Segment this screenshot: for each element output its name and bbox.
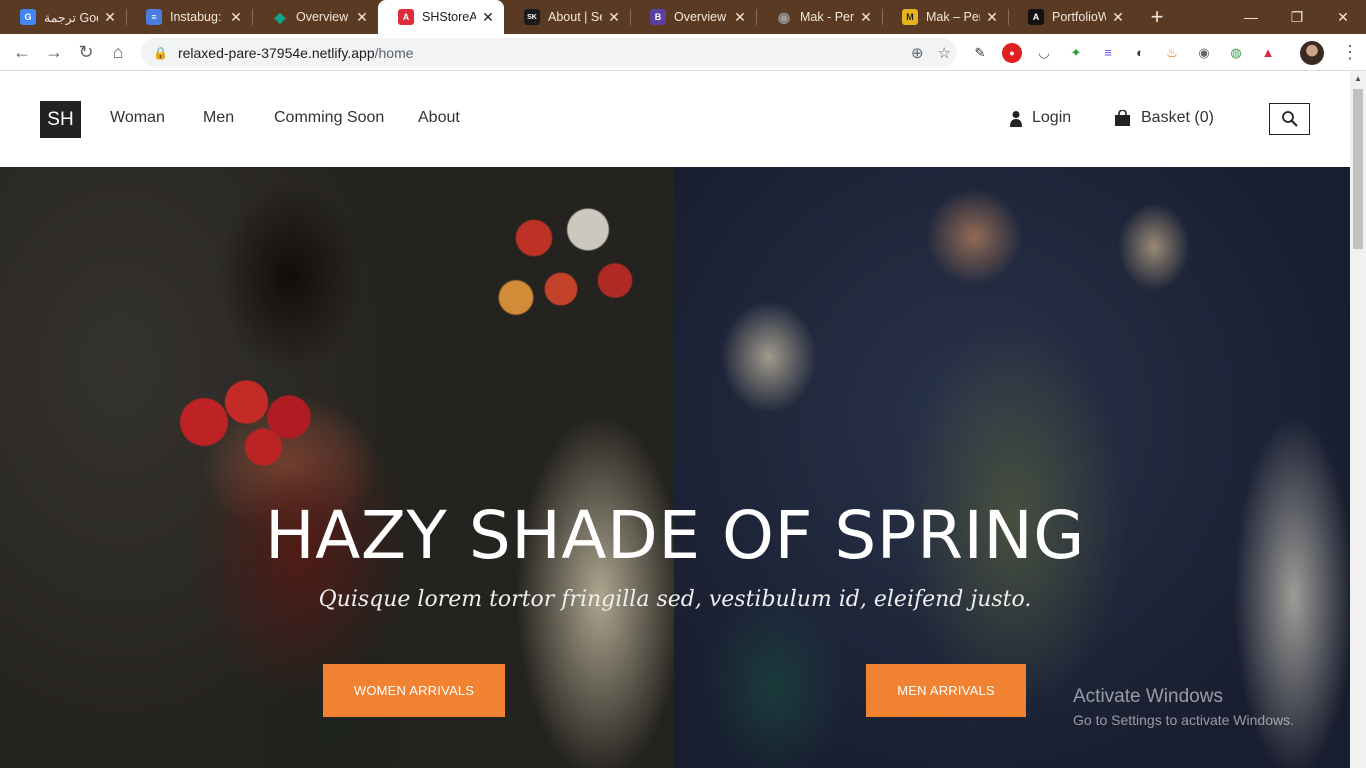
- tab-title: Mak – Perso: [926, 10, 980, 24]
- home-icon: ⌂: [112, 41, 124, 62]
- angular-extension-icon[interactable]: ▲: [1258, 43, 1278, 63]
- lock-icon: 🔒: [153, 45, 168, 60]
- basket-label: Basket (0): [1141, 109, 1214, 126]
- star-icon[interactable]: ☆: [938, 44, 951, 62]
- window-close-button[interactable]: ✕: [1320, 0, 1366, 34]
- reload-icon: ↻: [78, 41, 94, 62]
- close-icon[interactable]: ✕: [1110, 9, 1126, 26]
- close-icon[interactable]: ✕: [984, 9, 1000, 26]
- pocket-extension-icon[interactable]: ◡: [1034, 43, 1054, 63]
- search-icon: [1281, 111, 1298, 127]
- docs-favicon-icon: ≡: [146, 9, 162, 25]
- forward-button[interactable]: →: [38, 36, 70, 68]
- color-extension-icon[interactable]: ✦: [1066, 43, 1086, 63]
- google-translate-favicon-icon: G: [20, 9, 36, 25]
- maximize-button[interactable]: ❐: [1274, 0, 1320, 34]
- a-favicon-icon: A: [1028, 9, 1044, 25]
- close-icon[interactable]: ✕: [858, 9, 874, 26]
- women-arrivals-button[interactable]: WOMEN ARRIVALS: [323, 664, 505, 717]
- address-bar[interactable]: 🔒 relaxed-pare-37954e.netlify.app/home ⊕…: [141, 38, 957, 67]
- hero-title: HAZY SHADE OF SPRING: [265, 497, 1085, 574]
- tab-overview[interactable]: ◆ Overview | r ✕: [252, 0, 378, 34]
- diamond-favicon-icon: ◆: [274, 8, 286, 25]
- tab-instabug[interactable]: ≡ Instabug: Fr ✕: [126, 0, 252, 34]
- basket-link[interactable]: Basket (0): [1114, 109, 1214, 127]
- close-icon[interactable]: ✕: [480, 9, 496, 26]
- user-icon: [1010, 110, 1022, 127]
- close-icon[interactable]: ✕: [102, 9, 118, 26]
- activate-windows-subtitle: Go to Settings to activate Windows.: [1073, 712, 1294, 728]
- tab-overview-b[interactable]: B Overview · B ✕: [630, 0, 756, 34]
- tab-title: Overview | r: [296, 10, 350, 24]
- flower-vase-decoration: [480, 187, 660, 357]
- fire-extension-icon[interactable]: ♨: [1162, 43, 1182, 63]
- url-host: relaxed-pare-37954e.netlify.app: [177, 44, 375, 61]
- page-scrollbar[interactable]: ▲: [1350, 71, 1366, 768]
- bootstrap-favicon-icon: B: [650, 9, 666, 25]
- browser-toolbar: ← → ↻ ⌂ 🔒 relaxed-pare-37954e.netlify.ap…: [0, 34, 1366, 71]
- tab-title: PortfolioWe: [1052, 10, 1106, 24]
- browser-menu-icon[interactable]: ⋮: [1340, 41, 1360, 65]
- tab-google-translate[interactable]: G ترجمة Google ✕: [0, 0, 126, 34]
- reload-button[interactable]: ↻: [70, 36, 102, 68]
- site-logo[interactable]: SH: [40, 101, 81, 138]
- add-icon[interactable]: ⊕: [911, 44, 924, 62]
- extension-icons: ✎ ● ◡ ✦ ≡ ◐ ♨ ◉ ◍ ▲: [970, 34, 1278, 71]
- men-arrivals-button[interactable]: MEN ARRIVALS: [866, 664, 1026, 717]
- list-extension-icon[interactable]: ≡: [1098, 43, 1118, 63]
- globe-extension-icon[interactable]: ◍: [1226, 43, 1246, 63]
- eyedropper-extension-icon[interactable]: ✎: [970, 43, 990, 63]
- nav-coming-soon[interactable]: Comming Soon: [274, 109, 384, 127]
- web-page: SH Woman Men Comming Soon About Login Ba…: [0, 71, 1350, 768]
- forward-arrow-icon: →: [45, 41, 63, 62]
- back-arrow-icon: ←: [13, 41, 31, 62]
- url-path: /home: [374, 44, 414, 61]
- tab-shstoreapp[interactable]: A SHStoreApp ✕: [378, 0, 504, 34]
- scroll-thumb[interactable]: [1353, 89, 1363, 249]
- close-icon[interactable]: ✕: [732, 9, 748, 26]
- tab-mak-personal-1[interactable]: ◉ Mak - Perso ✕: [756, 0, 882, 34]
- close-icon[interactable]: ✕: [228, 9, 244, 26]
- angular-favicon-icon: A: [398, 9, 414, 25]
- roses-bouquet-decoration: [170, 372, 340, 472]
- adblock-extension-icon[interactable]: ●: [1002, 42, 1022, 63]
- login-label: Login: [1032, 109, 1072, 126]
- nav-woman[interactable]: Woman: [110, 109, 165, 127]
- tab-mak-personal-2[interactable]: M Mak – Perso ✕: [882, 0, 1008, 34]
- circle-extension-icon[interactable]: ◉: [1194, 43, 1214, 63]
- tab-title: Instabug: Fr: [170, 10, 224, 24]
- tab-about-seb[interactable]: SK About | Seb ✕: [504, 0, 630, 34]
- sk-favicon-icon: SK: [524, 9, 540, 25]
- hero-subtitle: Quisque lorem tortor fringilla sed, vest…: [318, 587, 1032, 612]
- tab-title: ترجمة Google: [44, 10, 98, 25]
- tab-title: SHStoreApp: [422, 10, 476, 24]
- back-button[interactable]: ←: [6, 36, 38, 68]
- hero-banner: HAZY SHADE OF SPRING Quisque lorem torto…: [0, 167, 1350, 768]
- login-link[interactable]: Login: [1010, 109, 1071, 127]
- site-header: SH Woman Men Comming Soon About Login Ba…: [0, 71, 1350, 167]
- nav-men[interactable]: Men: [203, 109, 234, 127]
- tab-title: Mak - Perso: [800, 10, 854, 24]
- close-icon[interactable]: ✕: [606, 9, 622, 26]
- nav-about[interactable]: About: [418, 109, 460, 127]
- browser-tab-strip: G ترجمة Google ✕ ≡ Instabug: Fr ✕ ◆ Over…: [0, 0, 1366, 34]
- globe-favicon-icon: ◉: [777, 8, 791, 25]
- tab-title: Overview · B: [674, 10, 728, 24]
- shopping-bag-icon: [1115, 110, 1130, 126]
- minimize-button[interactable]: —: [1228, 0, 1274, 34]
- new-tab-button[interactable]: +: [1140, 0, 1174, 34]
- dark-mode-extension-icon[interactable]: ◐: [1130, 43, 1150, 63]
- m-favicon-icon: M: [902, 9, 918, 25]
- scroll-up-arrow-icon[interactable]: ▲: [1350, 71, 1366, 87]
- close-icon[interactable]: ✕: [354, 9, 370, 26]
- search-button[interactable]: [1269, 103, 1310, 135]
- home-button[interactable]: ⌂: [102, 36, 134, 68]
- tab-portfolio[interactable]: A PortfolioWe ✕: [1008, 0, 1134, 34]
- profile-avatar[interactable]: [1300, 41, 1324, 65]
- tab-title: About | Seb: [548, 10, 602, 24]
- activate-windows-title: Activate Windows: [1073, 686, 1223, 707]
